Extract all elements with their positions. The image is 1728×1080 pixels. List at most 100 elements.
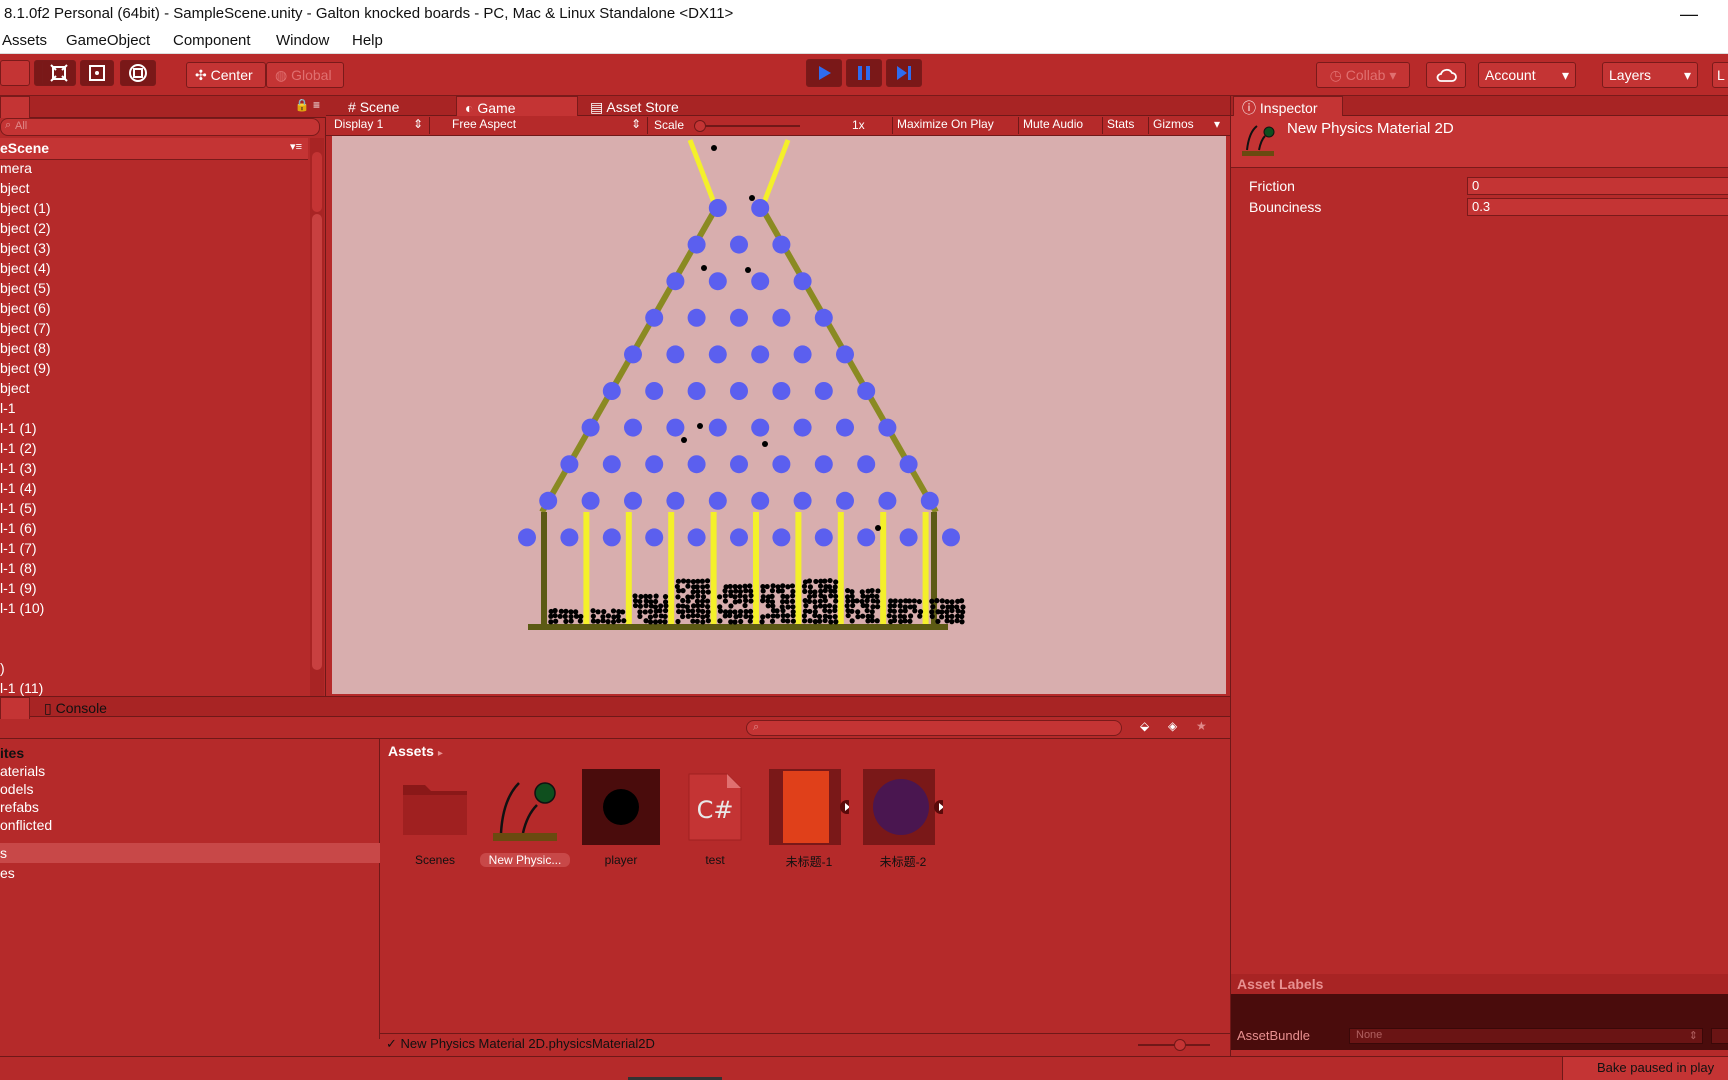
script-icon: C#: [674, 767, 756, 847]
mute-audio-toggle[interactable]: Mute Audio: [1018, 117, 1087, 134]
hierarchy-item[interactable]: l-1 (3): [0, 458, 37, 478]
asset-bundle-variant-dropdown[interactable]: [1711, 1028, 1728, 1044]
hierarchy-item[interactable]: l-1 (7): [0, 538, 37, 558]
scale-slider-thumb[interactable]: [694, 120, 706, 132]
collab-button[interactable]: ◷ Collab ▾: [1316, 62, 1410, 88]
asset-folder[interactable]: Scenes: [390, 767, 480, 887]
hierarchy-item[interactable]: bject (7): [0, 318, 51, 338]
stats-toggle[interactable]: Stats: [1102, 117, 1138, 134]
gizmos-dropdown[interactable]: Gizmos ▾: [1148, 117, 1222, 134]
scale-tool-button[interactable]: [42, 60, 76, 86]
hierarchy-item[interactable]: l-1 (8): [0, 558, 37, 578]
bin-divider: [625, 512, 632, 624]
aspect-dropdown[interactable]: Free Aspect ⇕: [452, 117, 648, 134]
hierarchy-item[interactable]: bject (3): [0, 238, 51, 258]
filter-label-icon[interactable]: ◈: [1168, 719, 1177, 733]
lock-icon[interactable]: 🔒 ≡: [295, 98, 320, 112]
hierarchy-item[interactable]: bject (9): [0, 358, 51, 378]
tab-hierarchy[interactable]: [0, 96, 30, 118]
ball: [647, 619, 654, 625]
asset-script[interactable]: C# test: [670, 767, 760, 887]
scrollbar-thumb[interactable]: [312, 152, 322, 212]
hand-tool-button[interactable]: [0, 60, 30, 86]
menu-assets[interactable]: Assets: [2, 32, 47, 49]
tab-project[interactable]: [0, 697, 30, 719]
hierarchy-item[interactable]: l-1 (2): [0, 438, 37, 458]
menu-window[interactable]: Window: [276, 32, 329, 49]
hierarchy-item[interactable]: l-1: [0, 398, 16, 418]
favorite-icon[interactable]: ★: [1196, 719, 1207, 733]
display-dropdown[interactable]: Display 1 ⇕: [334, 117, 430, 134]
asset-bundle-dropdown[interactable]: None ⇕: [1349, 1028, 1703, 1044]
account-dropdown[interactable]: Account ▾: [1478, 62, 1576, 88]
pause-button[interactable]: [846, 59, 882, 87]
ball: [727, 583, 733, 590]
tree-item-prefabs[interactable]: refabs: [0, 797, 39, 817]
asset-labels-area[interactable]: AssetBundle None ⇕: [1231, 994, 1728, 1050]
tree-item-models[interactable]: odels: [0, 779, 33, 799]
tree-favorites[interactable]: ites: [0, 743, 24, 763]
hierarchy-item[interactable]: mera: [0, 158, 32, 178]
tab-asset-store[interactable]: ▤ Asset Store: [582, 96, 687, 118]
hierarchy-item[interactable]: l-1 (6): [0, 518, 37, 538]
hierarchy-item[interactable]: bject: [0, 378, 30, 398]
transform-tool-button[interactable]: [120, 60, 156, 86]
hierarchy-item[interactable]: bject (4): [0, 258, 51, 278]
tab-scene[interactable]: # Scene: [340, 96, 407, 118]
menu-gameobject[interactable]: GameObject: [66, 32, 150, 49]
tree-item-assets-selected[interactable]: s: [0, 843, 380, 863]
hierarchy-item[interactable]: bject (1): [0, 198, 51, 218]
hierarchy-panel: 🔒 ≡ ⌕ All eScene ▾≡ mera bject bject (1) bj…: [0, 96, 326, 696]
asset-sprite-orange[interactable]: 未标题-1: [764, 767, 854, 887]
layout-dropdown[interactable]: L: [1712, 62, 1728, 88]
layers-dropdown[interactable]: Layers ▾: [1602, 62, 1698, 88]
ball: [859, 589, 865, 595]
scale-slider[interactable]: [694, 120, 800, 132]
friction-field[interactable]: 0: [1467, 177, 1728, 195]
icon-size-slider[interactable]: [1138, 1039, 1210, 1051]
tree-item-conflicted[interactable]: onflicted: [0, 815, 52, 835]
icon-size-slider-thumb[interactable]: [1174, 1039, 1186, 1051]
project-search[interactable]: ⌕: [746, 720, 1122, 736]
hierarchy-item[interactable]: l-1 (10): [0, 598, 44, 618]
tab-console[interactable]: ▯ Console: [36, 697, 115, 719]
pivot-global-button[interactable]: ◍ Global: [266, 62, 344, 88]
tab-game[interactable]: ◐ Game: [456, 96, 578, 118]
filter-type-icon[interactable]: ⬙: [1140, 719, 1149, 733]
menu-icon[interactable]: ▾≡: [290, 140, 302, 153]
minimize-button[interactable]: —: [1680, 0, 1698, 28]
hierarchy-item[interactable]: bject (5): [0, 278, 51, 298]
hierarchy-search[interactable]: ⌕ All: [0, 118, 320, 136]
project-breadcrumb[interactable]: Assets ▸: [388, 743, 443, 759]
tree-item-scenes[interactable]: es: [0, 863, 15, 883]
hierarchy-item[interactable]: bject: [0, 178, 30, 198]
scale-label: Scale: [654, 118, 685, 132]
pivot-center-button[interactable]: ✣ Center: [186, 62, 266, 88]
tab-inspector[interactable]: ⓘ Inspector: [1233, 96, 1343, 118]
play-button[interactable]: [806, 59, 842, 87]
hierarchy-item[interactable]: l-1 (11): [0, 678, 43, 698]
cloud-button[interactable]: [1426, 62, 1466, 88]
hierarchy-item[interactable]: l-1 (5): [0, 498, 37, 518]
maximize-on-play-toggle[interactable]: Maximize On Play: [892, 117, 998, 134]
hierarchy-item[interactable]: bject (2): [0, 218, 51, 238]
step-button[interactable]: [886, 59, 922, 87]
bounciness-field[interactable]: 0.3: [1467, 198, 1728, 216]
scene-header[interactable]: eScene ▾≡: [0, 138, 308, 160]
asset-physics[interactable]: New Physic...: [480, 767, 570, 887]
game-viewport[interactable]: [332, 136, 1226, 694]
hierarchy-item[interactable]: l-1 (4): [0, 478, 37, 498]
hierarchy-item[interactable]: bject (6): [0, 298, 51, 318]
tree-item-materials[interactable]: aterials: [0, 761, 45, 781]
hierarchy-scrollbar[interactable]: [310, 138, 324, 696]
asset-sprite-purple[interactable]: 未标题-2: [858, 767, 948, 887]
ball: [832, 593, 839, 599]
hierarchy-item[interactable]: ): [0, 658, 5, 678]
hierarchy-item[interactable]: l-1 (1): [0, 418, 37, 438]
menu-help[interactable]: Help: [352, 32, 383, 49]
asset-player[interactable]: player: [576, 767, 666, 887]
rect-tool-button[interactable]: [80, 60, 114, 86]
hierarchy-item[interactable]: bject (8): [0, 338, 51, 358]
menu-component[interactable]: Component: [173, 32, 251, 49]
hierarchy-item[interactable]: l-1 (9): [0, 578, 37, 598]
